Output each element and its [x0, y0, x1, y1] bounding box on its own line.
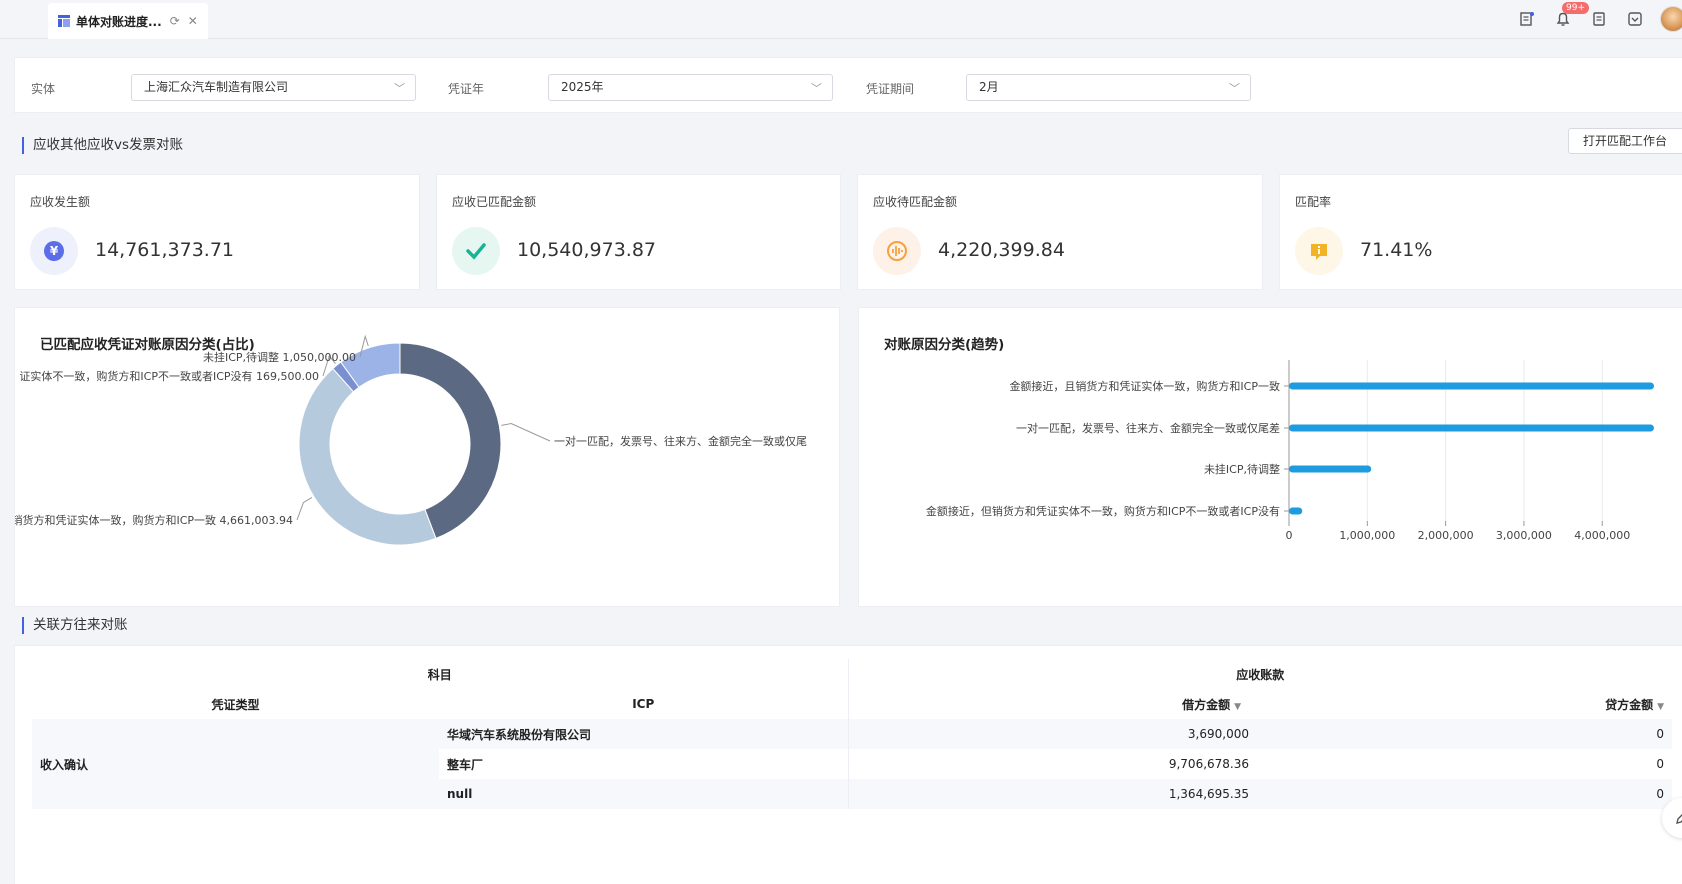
x-tick-label: 4,000,000	[1574, 529, 1630, 542]
sort-down-icon[interactable]: ▼	[1234, 702, 1241, 712]
period-label: 凭证期间	[866, 82, 915, 96]
bar	[1289, 507, 1303, 515]
kpi-card-pending-amount: 应收待匹配金额 4,220,399.84	[857, 174, 1263, 290]
section-title-related-party: 关联方往来对账	[22, 617, 128, 634]
yuan-icon: ¥	[30, 227, 78, 275]
x-tick-label: 1,000,000	[1339, 529, 1395, 542]
related-party-table: 科目 应收账款 凭证类型 ICP 借方金额 ▼ 贷方金额 ▼ 收入确认 华域汽车系统…	[32, 659, 1672, 809]
header-actions: 99+	[1502, 2, 1682, 32]
x-tick-label: 2,000,000	[1418, 529, 1474, 542]
y-category-label: 一对一匹配，发票号、往来方、金额完全一致或仅尾差	[1016, 421, 1280, 435]
pie-slice	[298, 367, 437, 546]
notification-badge: 99+	[1562, 2, 1589, 14]
year-select[interactable]: 2025年 ﹀	[548, 74, 833, 101]
bar	[1289, 465, 1372, 473]
pie-chart-title: 已匹配应收凭证对账原因分类(占比)	[40, 337, 255, 353]
refresh-icon[interactable]: ⟳	[170, 14, 180, 28]
header-voucher-type: 凭证类型	[211, 697, 260, 712]
year-label: 凭证年	[448, 82, 485, 96]
bar-chart-title: 对账原因分类(趋势)	[884, 337, 1005, 353]
avatar[interactable]	[1660, 6, 1682, 32]
credit-cell: 0	[1257, 749, 1672, 779]
top-bar: 单体对账进度... ⟳ ✕ 99+	[0, 0, 1682, 39]
header-group-receivable: 应收账款	[1236, 667, 1285, 682]
period-select-value: 2月	[979, 80, 999, 94]
y-category-label: 未挂ICP,待调整	[1204, 462, 1280, 476]
y-category-label: 金额接近，但销货方和凭证实体不一致，购货方和ICP不一致或者ICP没有	[926, 504, 1280, 518]
entity-select[interactable]: 上海汇众汽车制造有限公司 ﹀	[131, 74, 416, 101]
bar-chart: 0 1,000,000 2,000,000 3,000,000 4,000,000 金额接…	[926, 360, 1654, 542]
inbox-download-icon[interactable]	[1624, 8, 1646, 30]
kpi-label: 应收待匹配金额	[873, 195, 958, 209]
kpi-value: 10,540,973.87	[517, 239, 657, 261]
tab-title: 单体对账进度...	[76, 14, 162, 29]
table-row: 收入确认 华域汽车系统股份有限公司 3,690,000 0	[32, 719, 1672, 809]
pie-slice	[399, 342, 502, 540]
pie-label: 证实体不一致，购货方和ICP不一致或者ICP没有 169,500.00	[19, 369, 319, 383]
bar	[1289, 382, 1654, 390]
icp-cell: null	[439, 779, 849, 809]
header-debit-label: 借方金额	[1182, 697, 1231, 712]
debit-cell: 1,364,695.35	[848, 779, 1257, 809]
sort-down-icon[interactable]: ▼	[1657, 702, 1664, 712]
pie-label-line	[296, 496, 313, 521]
icp-cell: 华域汽车系统股份有限公司	[439, 719, 849, 749]
document-icon[interactable]	[1588, 8, 1610, 30]
credit-cell: 0	[1257, 779, 1672, 809]
kpi-value: 71.41%	[1360, 239, 1433, 261]
bar	[1289, 424, 1654, 432]
y-category-label: 金额接近，且销货方和凭证实体一致，购货方和ICP一致	[1009, 379, 1280, 393]
kpi-value: 14,761,373.71	[95, 239, 235, 261]
chevron-down-icon: ﹀	[811, 82, 822, 95]
check-icon	[452, 227, 500, 275]
debit-cell: 9,706,678.36	[848, 749, 1257, 779]
chevron-down-icon: ﹀	[1229, 82, 1240, 95]
pie-chart: 一对一匹配，发票号、往来方、金额完全一致或仅尾销货方和凭证实体一致，购货方和IC…	[15, 334, 807, 546]
close-icon[interactable]: ✕	[188, 14, 198, 28]
kpi-label: 匹配率	[1295, 195, 1332, 209]
section-title-receivable-vs-invoice: 应收其他应收vs发票对账	[22, 137, 183, 154]
header-group-subject: 科目	[32, 659, 849, 689]
debit-cell: 3,690,000	[848, 719, 1257, 749]
waveform-icon	[873, 227, 921, 275]
pie-chart-panel: 一对一匹配，发票号、往来方、金额完全一致或仅尾销货方和凭证实体一致，购货方和IC…	[14, 307, 840, 607]
chevron-down-icon: ﹀	[394, 82, 405, 95]
info-message-icon	[1295, 227, 1343, 275]
period-select[interactable]: 2月 ﹀	[966, 74, 1251, 101]
bar-chart-panel: 0 1,000,000 2,000,000 3,000,000 4,000,000 金额接…	[858, 307, 1682, 607]
entity-label: 实体	[31, 82, 56, 96]
kpi-label: 应收已匹配金额	[452, 195, 537, 209]
tab-reconciliation-progress[interactable]: 单体对账进度... ⟳ ✕	[48, 3, 208, 39]
bell-icon[interactable]: 99+	[1552, 2, 1589, 30]
header-credit-label: 贷方金额	[1605, 697, 1654, 712]
pie-label-line	[501, 423, 551, 442]
kpi-card-match-rate: 匹配率 71.41%	[1279, 174, 1682, 290]
pie-label: 销货方和凭证实体一致，购货方和ICP一致 4,661,003.94	[15, 513, 293, 527]
open-matching-workbench-button[interactable]: 打开匹配工作台	[1568, 128, 1682, 154]
icp-cell: 整车厂	[439, 749, 849, 779]
header-credit[interactable]: 贷方金额 ▼	[1257, 689, 1672, 719]
task-board-icon[interactable]	[1516, 8, 1538, 30]
kpi-card-matched-amount: 应收已匹配金额 10,540,973.87	[436, 174, 841, 290]
x-tick-label: 3,000,000	[1496, 529, 1552, 542]
dashboard-icon	[58, 15, 70, 27]
entity-select-value: 上海汇众汽车制造有限公司	[144, 80, 289, 94]
x-tick-label: 0	[1286, 529, 1293, 542]
header-icp: ICP	[439, 689, 849, 719]
pie-label: 一对一匹配，发票号、往来方、金额完全一致或仅尾	[554, 434, 807, 448]
voucher-type-cell: 收入确认	[32, 719, 439, 809]
kpi-card-receivable-amount: 应收发生额 ¥ 14,761,373.71	[14, 174, 420, 290]
filter-bar: 实体 上海汇众汽车制造有限公司 ﹀ 凭证年 2025年 ﹀ 凭证期间 2月 ﹀	[14, 57, 1682, 113]
header-debit[interactable]: 借方金额 ▼	[848, 689, 1257, 719]
related-party-table-panel: 科目 应收账款 凭证类型 ICP 借方金额 ▼ 贷方金额 ▼ 收入确认 华域汽车系统…	[14, 645, 1682, 884]
credit-cell: 0	[1257, 719, 1672, 749]
year-select-value: 2025年	[561, 80, 604, 94]
kpi-label: 应收发生额	[30, 195, 91, 209]
kpi-value: 4,220,399.84	[938, 239, 1065, 261]
